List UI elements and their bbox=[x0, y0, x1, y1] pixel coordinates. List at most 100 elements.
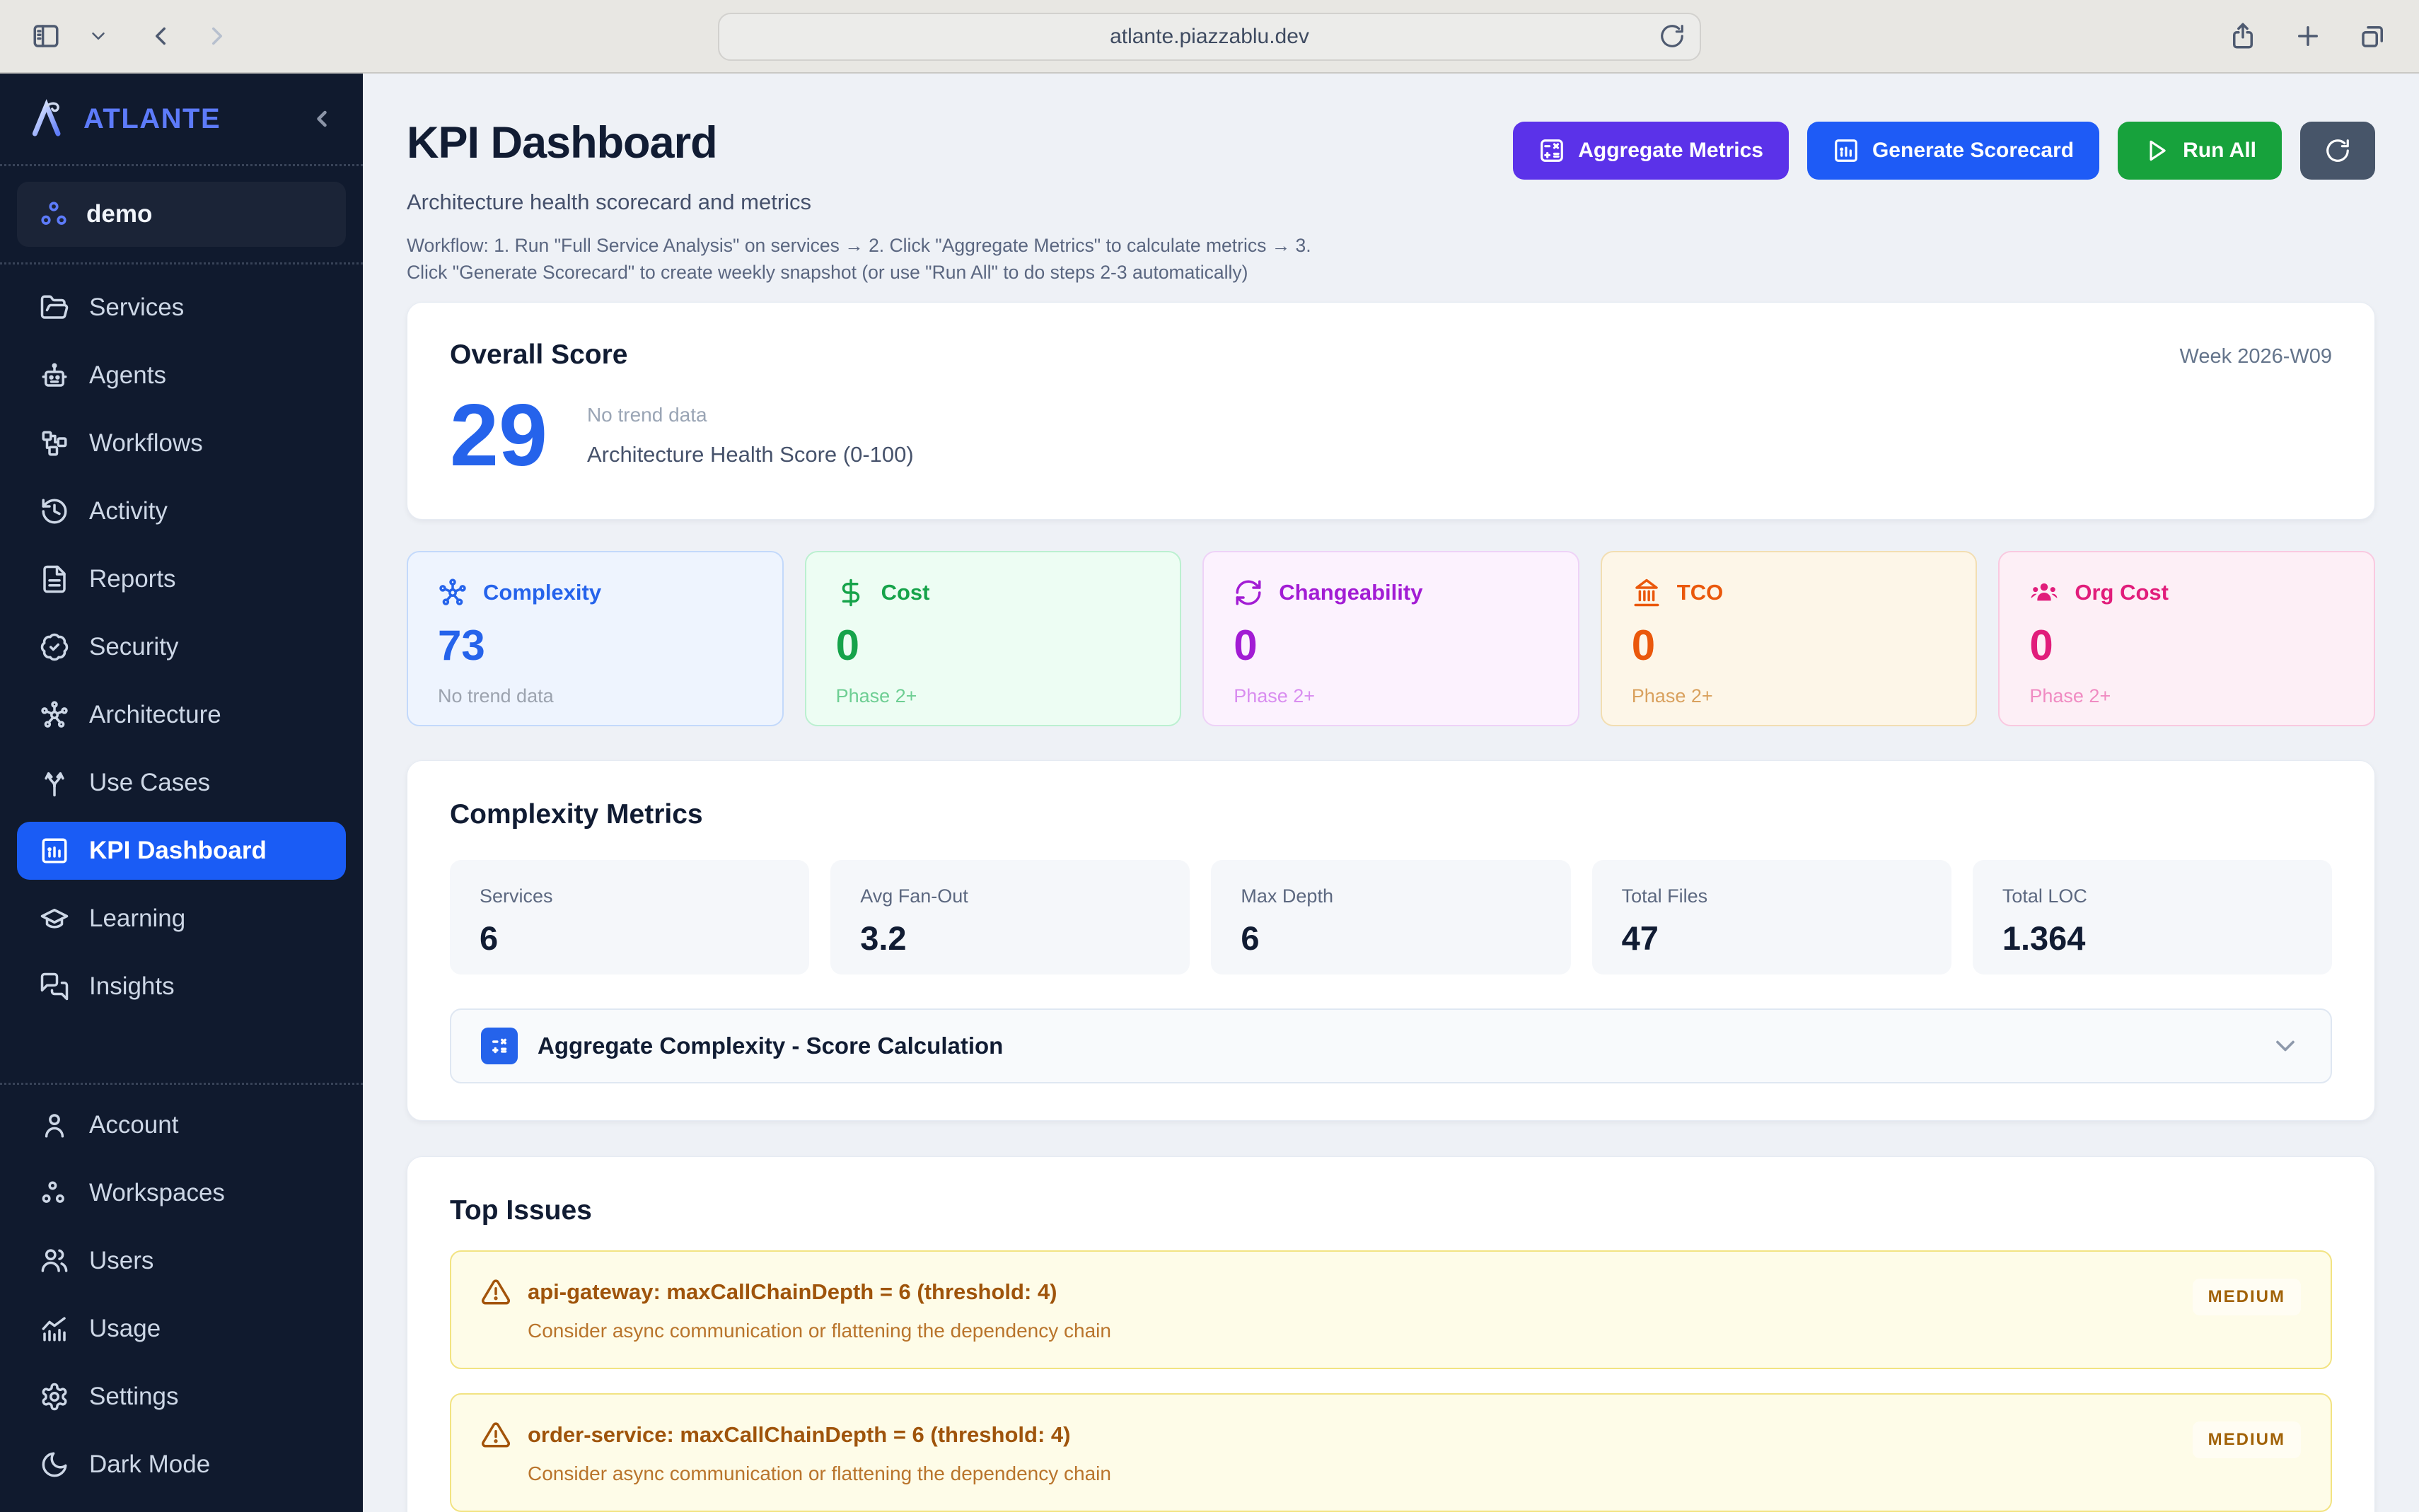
aggregate-metrics-button[interactable]: Aggregate Metrics bbox=[1513, 122, 1789, 180]
complexity-metrics-title: Complexity Metrics bbox=[450, 798, 703, 830]
split-arrows-icon bbox=[45, 772, 64, 797]
issue-order-service[interactable]: order-service: maxCallChainDepth = 6 (th… bbox=[450, 1392, 2332, 1512]
complexity-stats-row: Services 6 Avg Fan-Out 3.2 Max Depth 6 T… bbox=[450, 859, 2333, 975]
button-label: Generate Scorecard bbox=[1872, 139, 2075, 162]
sidebar-item-insights[interactable]: Insights bbox=[17, 958, 346, 1016]
dollar-icon bbox=[842, 578, 859, 607]
sidebar-item-services[interactable]: Services bbox=[17, 279, 346, 337]
chevron-down-icon bbox=[2270, 1030, 2301, 1062]
kpi-footnote: No trend data bbox=[438, 685, 554, 706]
sidebar-item-usage[interactable]: Usage bbox=[17, 1300, 346, 1358]
kpi-label: Complexity bbox=[483, 579, 602, 605]
brand-name: ATLANTE bbox=[83, 103, 221, 134]
sidebar-item-label: Settings bbox=[89, 1383, 179, 1410]
new-tab-icon[interactable] bbox=[2293, 21, 2323, 51]
sidebar-item-agents[interactable]: Agents bbox=[17, 347, 346, 405]
sidebar-toggle-icon[interactable] bbox=[31, 21, 61, 51]
file-text-icon bbox=[43, 565, 66, 593]
chevron-down-icon[interactable] bbox=[88, 25, 109, 47]
score-caption: Architecture Health Score (0-100) bbox=[586, 441, 914, 467]
sidebar-item-label: Workflows bbox=[89, 429, 203, 457]
run-all-button[interactable]: Run All bbox=[2118, 122, 2282, 180]
page-title: KPI Dashboard bbox=[407, 118, 718, 168]
button-label: Run All bbox=[2183, 139, 2256, 162]
url-text: atlante.piazzablu.dev bbox=[1110, 25, 1309, 48]
page-subtitle: Architecture health scorecard and metric… bbox=[407, 190, 812, 214]
sidebar: ATLANTE demo Services Agents Workflows A… bbox=[0, 74, 363, 1512]
sidebar-item-label: Insights bbox=[89, 972, 175, 1000]
kpi-card-org-cost[interactable]: Org Cost 0 Phase 2+ bbox=[1998, 550, 2375, 726]
messages-icon bbox=[40, 972, 69, 1001]
sidebar-item-label: Account bbox=[89, 1111, 179, 1139]
stat-label: Total LOC bbox=[2002, 885, 2087, 907]
workspace-selector[interactable]: demo bbox=[17, 182, 346, 247]
play-icon bbox=[2150, 140, 2166, 161]
stat-label: Max Depth bbox=[1241, 885, 1333, 907]
generate-scorecard-button[interactable]: Generate Scorecard bbox=[1806, 122, 2100, 180]
sidebar-item-activity[interactable]: Activity bbox=[17, 482, 346, 540]
sidebar-item-label: Usage bbox=[89, 1315, 161, 1342]
user-icon bbox=[45, 1114, 64, 1138]
button-label: Aggregate Metrics bbox=[1578, 139, 1763, 162]
kpi-card-complexity[interactable]: Complexity 73 No trend data bbox=[407, 550, 784, 726]
sidebar-item-label: Workspaces bbox=[89, 1179, 225, 1206]
issue-title: order-service: maxCallChainDepth = 6 (th… bbox=[528, 1421, 1071, 1447]
sidebar-item-kpi-dashboard[interactable]: KPI Dashboard bbox=[17, 822, 346, 880]
calculator-icon bbox=[481, 1027, 518, 1064]
sidebar-item-use-cases[interactable]: Use Cases bbox=[17, 754, 346, 812]
refresh-icon bbox=[2326, 139, 2349, 162]
sidebar-item-account[interactable]: Account bbox=[17, 1096, 346, 1154]
stat-label: Total Files bbox=[1621, 885, 1708, 907]
sidebar-item-architecture[interactable]: Architecture bbox=[17, 686, 346, 744]
sidebar-item-label: Learning bbox=[89, 905, 186, 932]
atlante-logo bbox=[28, 99, 68, 139]
severity-badge: MEDIUM bbox=[2192, 1421, 2301, 1458]
bot-icon bbox=[42, 363, 67, 387]
sidebar-item-label: KPI Dashboard bbox=[89, 837, 267, 864]
kpi-footnote: Phase 2+ bbox=[1631, 685, 1713, 706]
browser-chrome: atlante.piazzablu.dev bbox=[0, 0, 2419, 74]
history-icon bbox=[42, 499, 67, 524]
hub-icon bbox=[41, 701, 68, 728]
graduation-cap-icon bbox=[40, 909, 69, 929]
stat-label: Services bbox=[480, 885, 553, 907]
share-icon[interactable] bbox=[2228, 21, 2258, 51]
sidebar-item-dark-mode[interactable]: Dark Mode bbox=[17, 1436, 346, 1494]
sidebar-item-workflows[interactable]: Workflows bbox=[17, 414, 346, 472]
kpi-card-changeability[interactable]: Changeability 0 Phase 2+ bbox=[1202, 550, 1579, 726]
overall-score-title: Overall Score bbox=[450, 339, 628, 370]
workspace-circles-icon bbox=[41, 202, 66, 225]
aggregate-complexity-expander[interactable]: Aggregate Complexity - Score Calculation bbox=[450, 1008, 2332, 1083]
kpi-card-cost[interactable]: Cost 0 Phase 2+ bbox=[804, 550, 1182, 726]
refresh-button[interactable] bbox=[2300, 122, 2375, 180]
stat-value: 6 bbox=[480, 919, 499, 957]
sidebar-item-workspaces[interactable]: Workspaces bbox=[17, 1164, 346, 1222]
sidebar-item-reports[interactable]: Reports bbox=[17, 550, 346, 608]
url-bar[interactable]: atlante.piazzablu.dev bbox=[718, 13, 1701, 61]
severity-badge: MEDIUM bbox=[2192, 1278, 2301, 1315]
sidebar-item-settings[interactable]: Settings bbox=[17, 1368, 346, 1426]
kpi-card-tco[interactable]: TCO 0 Phase 2+ bbox=[1600, 550, 1978, 726]
sidebar-item-users[interactable]: Users bbox=[17, 1232, 346, 1290]
reload-icon[interactable] bbox=[1659, 23, 1686, 50]
stat-avg-fan-out: Avg Fan-Out 3.2 bbox=[830, 859, 1190, 975]
main-content: KPI Dashboard Architecture health scorec… bbox=[363, 74, 2419, 1512]
stat-value: 6 bbox=[1241, 919, 1260, 957]
sidebar-item-learning[interactable]: Learning bbox=[17, 890, 346, 948]
divider bbox=[0, 164, 363, 166]
kpi-value: 0 bbox=[835, 621, 859, 669]
forward-icon[interactable] bbox=[202, 21, 232, 51]
browser-left-controls bbox=[31, 21, 232, 51]
kpi-footnote: Phase 2+ bbox=[835, 685, 917, 706]
iterate-icon bbox=[1236, 580, 1261, 605]
sidebar-item-security[interactable]: Security bbox=[17, 618, 346, 676]
back-icon[interactable] bbox=[146, 21, 175, 51]
issue-api-gateway[interactable]: api-gateway: maxCallChainDepth = 6 (thre… bbox=[450, 1250, 2332, 1369]
sidebar-collapse-button[interactable] bbox=[309, 106, 335, 132]
tabs-overview-icon[interactable] bbox=[2358, 21, 2388, 51]
issue-description: Consider async communication or flatteni… bbox=[528, 1319, 1111, 1342]
warning-triangle-icon bbox=[481, 1422, 511, 1448]
top-issues-card: Top Issues api-gateway: maxCallChainDept… bbox=[407, 1156, 2375, 1512]
sidebar-item-label: Users bbox=[89, 1247, 154, 1274]
